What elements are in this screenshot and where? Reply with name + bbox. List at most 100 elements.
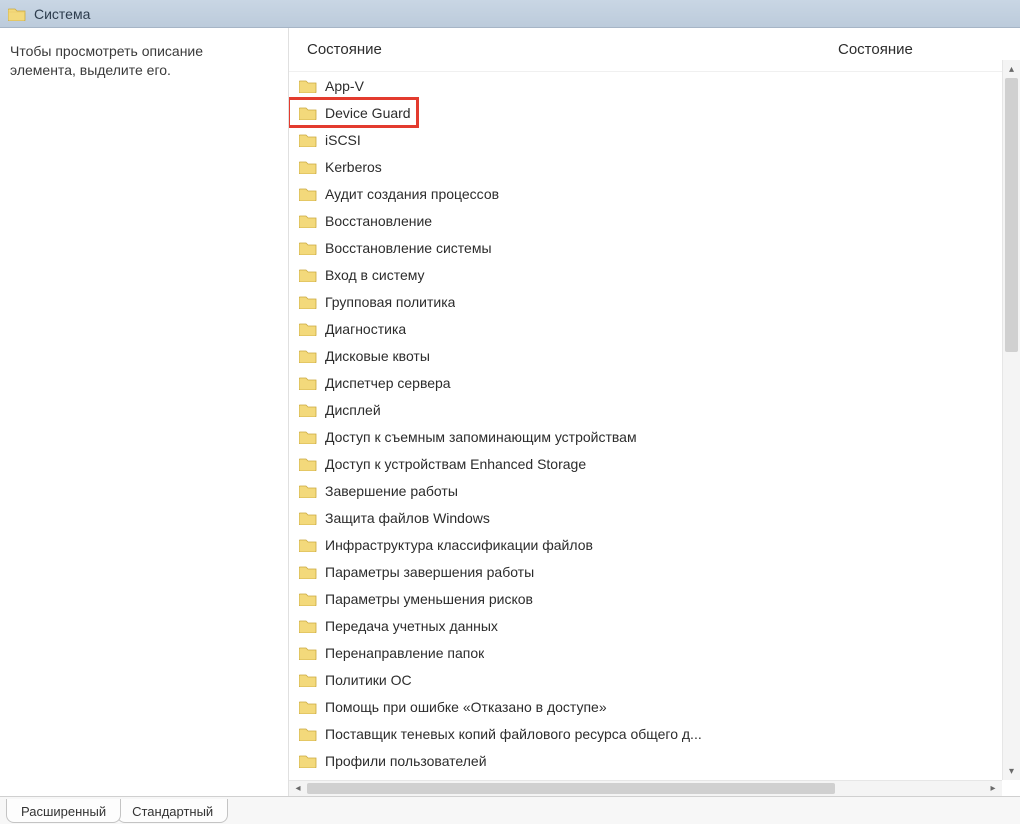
- folder-item-label: Kerberos: [325, 159, 382, 175]
- folder-icon: [299, 186, 317, 202]
- folder-icon: [299, 591, 317, 607]
- folder-item-label: Device Guard: [325, 105, 417, 121]
- folder-item[interactable]: Параметры завершения работы: [289, 558, 1002, 585]
- folder-item[interactable]: Дисковые квоты: [289, 342, 1002, 369]
- folder-icon: [299, 618, 317, 634]
- folder-icon: [299, 105, 317, 121]
- folder-item-label: Дисплей: [325, 402, 381, 418]
- folder-icon: [299, 699, 317, 715]
- folder-item[interactable]: Помощь при ошибке «Отказано в доступе»: [289, 693, 1002, 720]
- scroll-thumb[interactable]: [1005, 78, 1018, 352]
- folder-icon: [299, 267, 317, 283]
- folder-item[interactable]: Параметры уменьшения рисков: [289, 585, 1002, 612]
- folder-item[interactable]: Доступ к устройствам Enhanced Storage: [289, 450, 1002, 477]
- description-pane: Чтобы просмотреть описание элемента, выд…: [0, 28, 288, 796]
- folder-item-label: Перенаправление папок: [325, 645, 484, 661]
- folder-item[interactable]: Восстановление: [289, 207, 1002, 234]
- folder-item-label: Диагностика: [325, 321, 406, 337]
- folder-icon: [299, 645, 317, 661]
- tab-extended[interactable]: Расширенный: [6, 799, 121, 823]
- folder-item[interactable]: App-V: [289, 72, 1002, 99]
- folder-item-label: Аудит создания процессов: [325, 186, 499, 202]
- tab-extended-label: Расширенный: [21, 804, 106, 819]
- folder-item-label: Параметры уменьшения рисков: [325, 591, 533, 607]
- folder-icon: [299, 213, 317, 229]
- folder-item[interactable]: Передача учетных данных: [289, 612, 1002, 639]
- hscroll-thumb[interactable]: [307, 783, 835, 794]
- scroll-down-icon[interactable]: ▾: [1003, 762, 1020, 780]
- folder-icon: [299, 240, 317, 256]
- title-bar: Система: [0, 0, 1020, 28]
- hscroll-track[interactable]: [307, 781, 984, 796]
- folder-item[interactable]: Восстановление системы: [289, 234, 1002, 261]
- folder-item[interactable]: Поставщик теневых копий файлового ресурс…: [289, 720, 1002, 747]
- description-text: Чтобы просмотреть описание элемента, выд…: [10, 43, 203, 78]
- folder-item-label: Групповая политика: [325, 294, 455, 310]
- scroll-left-icon[interactable]: ◂: [289, 781, 307, 797]
- folder-item-label: iSCSI: [325, 132, 361, 148]
- vertical-scrollbar[interactable]: ▴ ▾: [1002, 60, 1020, 780]
- scroll-track[interactable]: [1003, 78, 1020, 762]
- folder-icon: [299, 159, 317, 175]
- folder-list-pane: Состояние Состояние App-V Device Guard iSC…: [288, 28, 1020, 796]
- folder-icon: [299, 537, 317, 553]
- folder-item[interactable]: Инфраструктура классификации файлов: [289, 531, 1002, 558]
- folder-item-label: Защита файлов Windows: [325, 510, 490, 526]
- folder-list: App-V Device Guard iSCSI Kerberos Аудит созд…: [289, 72, 1020, 796]
- folder-icon: [299, 510, 317, 526]
- main-area: Чтобы просмотреть описание элемента, выд…: [0, 28, 1020, 796]
- tab-standard[interactable]: Стандартный: [117, 799, 228, 823]
- folder-icon: [299, 456, 317, 472]
- folder-item-label: App-V: [325, 78, 364, 94]
- folder-item[interactable]: Kerberos: [289, 153, 1002, 180]
- column-header-status[interactable]: Состояние: [838, 41, 1008, 58]
- folder-item[interactable]: Дисплей: [289, 396, 1002, 423]
- folder-item-label: Диспетчер сервера: [325, 375, 451, 391]
- column-headers: Состояние Состояние: [289, 28, 1020, 72]
- column-header-main[interactable]: Состояние: [307, 41, 838, 58]
- folder-item[interactable]: Политики ОС: [289, 666, 1002, 693]
- folder-icon: [299, 294, 317, 310]
- folder-item-label: Доступ к съемным запоминающим устройства…: [325, 429, 637, 445]
- folder-item-label: Вход в систему: [325, 267, 425, 283]
- folder-item[interactable]: Защита файлов Windows: [289, 504, 1002, 531]
- folder-item-label: Доступ к устройствам Enhanced Storage: [325, 456, 586, 472]
- folder-item[interactable]: Перенаправление папок: [289, 639, 1002, 666]
- folder-item[interactable]: Аудит создания процессов: [289, 180, 1002, 207]
- folder-icon: [299, 483, 317, 499]
- folder-icon: [299, 429, 317, 445]
- folder-item-label: Помощь при ошибке «Отказано в доступе»: [325, 699, 607, 715]
- bottom-tabs: Расширенный Стандартный: [0, 796, 1020, 824]
- folder-icon: [299, 726, 317, 742]
- folder-item[interactable]: Групповая политика: [289, 288, 1002, 315]
- folder-item-label: Завершение работы: [325, 483, 458, 499]
- folder-icon: [299, 753, 317, 769]
- folder-item-label: Дисковые квоты: [325, 348, 430, 364]
- folder-item[interactable]: Диагностика: [289, 315, 1002, 342]
- folder-icon: [299, 375, 317, 391]
- folder-item-label: Поставщик теневых копий файлового ресурс…: [325, 726, 702, 742]
- folder-icon: [299, 672, 317, 688]
- folder-item-label: Профили пользователей: [325, 753, 487, 769]
- folder-icon: [8, 7, 26, 21]
- folder-item[interactable]: Вход в систему: [289, 261, 1002, 288]
- folder-item[interactable]: Доступ к съемным запоминающим устройства…: [289, 423, 1002, 450]
- scroll-right-icon[interactable]: ▸: [984, 781, 1002, 797]
- folder-item[interactable]: iSCSI: [289, 126, 1002, 153]
- folder-item[interactable]: Завершение работы: [289, 477, 1002, 504]
- folder-item[interactable]: Device Guard: [289, 99, 417, 126]
- horizontal-scrollbar[interactable]: ◂ ▸: [289, 780, 1002, 796]
- tab-standard-label: Стандартный: [132, 804, 213, 819]
- folder-item-label: Восстановление системы: [325, 240, 492, 256]
- folder-icon: [299, 348, 317, 364]
- window-title: Система: [34, 6, 90, 22]
- folder-icon: [299, 132, 317, 148]
- folder-item[interactable]: Профили пользователей: [289, 747, 1002, 774]
- folder-icon: [299, 402, 317, 418]
- folder-item-label: Политики ОС: [325, 672, 412, 688]
- scroll-up-icon[interactable]: ▴: [1003, 60, 1020, 78]
- folder-icon: [299, 564, 317, 580]
- folder-item[interactable]: Диспетчер сервера: [289, 369, 1002, 396]
- folder-item-label: Восстановление: [325, 213, 432, 229]
- folder-item-label: Передача учетных данных: [325, 618, 498, 634]
